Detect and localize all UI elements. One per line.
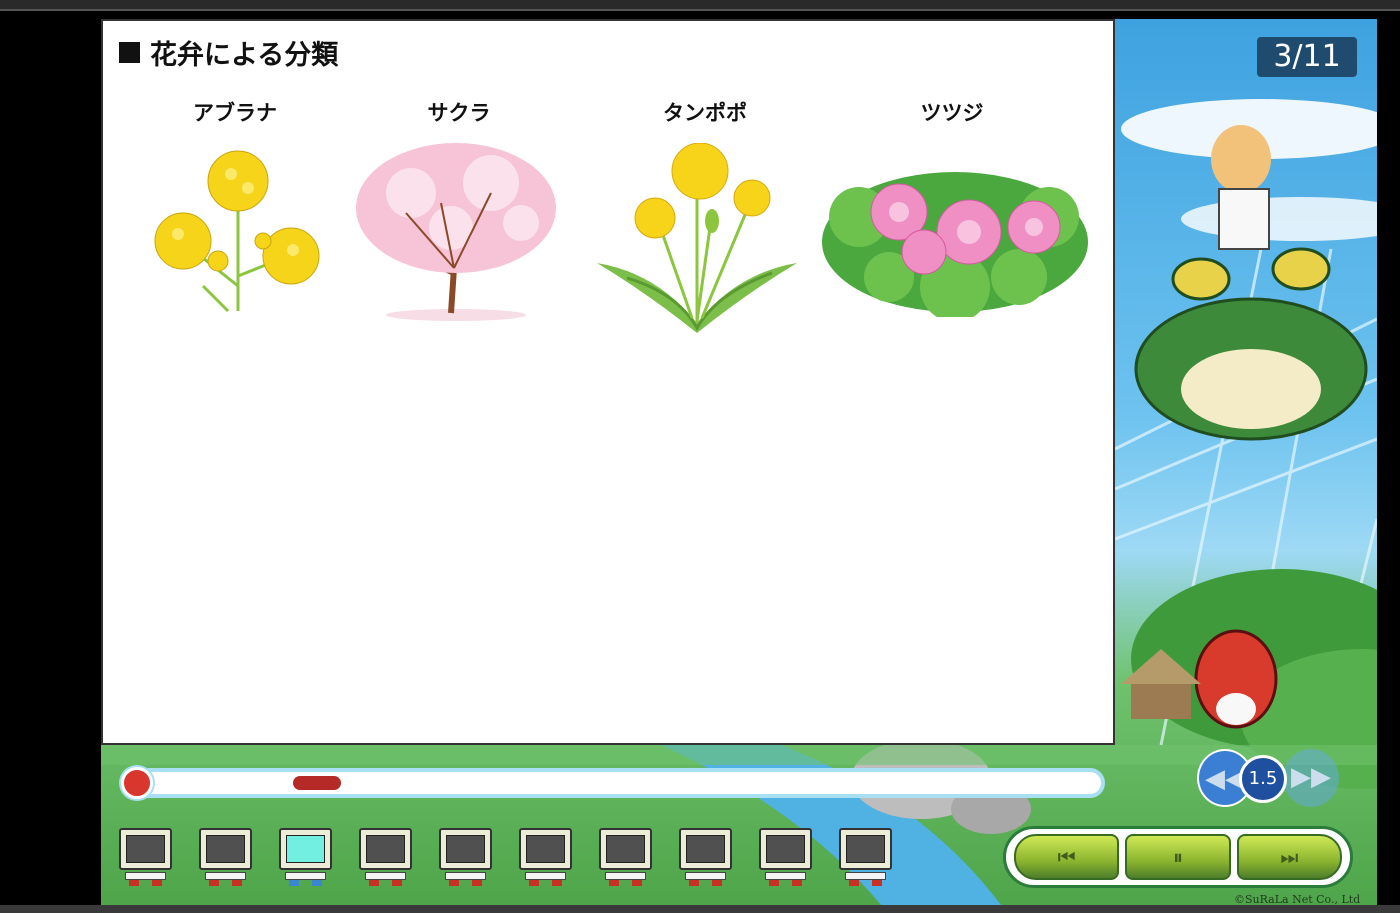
monitor-icon xyxy=(359,828,412,870)
monitor-icon xyxy=(439,828,492,870)
pause-icon: ⏸ xyxy=(1172,845,1183,869)
chapter-button[interactable] xyxy=(117,828,174,886)
flower-label-sakura: サクラ xyxy=(427,101,491,125)
slide-title-text: 花弁による分類 xyxy=(150,40,339,71)
chapter-button[interactable] xyxy=(437,828,494,886)
bottom-bar xyxy=(0,905,1400,913)
sakura-image xyxy=(356,143,556,321)
monitor-icon xyxy=(759,828,812,870)
right-edge xyxy=(1377,11,1400,905)
chapter-button[interactable] xyxy=(837,828,894,886)
copyright-text: ©SuRaLa Net Co., Ltd xyxy=(1234,893,1361,905)
speed-control: ◀◀ ▶▶ 1.5 xyxy=(1197,749,1339,809)
progress-bar[interactable] xyxy=(123,768,1105,798)
chapter-button[interactable] xyxy=(277,828,334,886)
pause-button[interactable]: ⏸ xyxy=(1125,834,1231,880)
square-bullet-icon xyxy=(119,42,140,63)
tanpopo-image xyxy=(597,143,797,333)
flower-label-aburana: アブラナ xyxy=(193,101,277,125)
flower-label-tsutsuji: ツツジ xyxy=(920,101,984,125)
chapter-button[interactable] xyxy=(357,828,414,886)
chapter-button[interactable] xyxy=(757,828,814,886)
progress-handle[interactable] xyxy=(121,767,153,799)
aburana-image xyxy=(154,150,320,313)
lesson-player: 花弁による分類 アブラナ サクラ タンポポ ツツジ 3/11 ◀◀ ▶▶ 1.5… xyxy=(101,19,1377,905)
monitor-icon xyxy=(119,828,172,870)
top-bar xyxy=(0,0,1400,11)
speed-value[interactable]: 1.5 xyxy=(1239,755,1287,803)
monitor-icon xyxy=(679,828,732,870)
skip-forward-button[interactable]: ⏭ xyxy=(1236,834,1342,880)
player-controls: ◀◀ ▶▶ 1.5 ⏮ ⏸ ⏭ ©SuRaLa Net Co., Ltd xyxy=(101,745,1377,905)
chapter-button[interactable] xyxy=(677,828,734,886)
fast-forward-icon[interactable]: ▶▶ xyxy=(1283,749,1339,807)
slide-title: 花弁による分類 xyxy=(119,33,338,72)
lesson-slide: 花弁による分類 アブラナ サクラ タンポポ ツツジ xyxy=(101,19,1115,745)
skip-back-button[interactable]: ⏮ xyxy=(1014,834,1120,880)
playback-controls: ⏮ ⏸ ⏭ xyxy=(1003,826,1353,888)
flower-label-tanpopo: タンポポ xyxy=(663,101,747,125)
monitor-icon xyxy=(199,828,252,870)
skip-forward-icon: ⏭ xyxy=(1280,845,1299,869)
chapter-button[interactable] xyxy=(597,828,654,886)
monitor-icon xyxy=(839,828,892,870)
monitor-icon xyxy=(519,828,572,870)
page-counter: 3/11 xyxy=(1257,37,1357,77)
chapter-list xyxy=(117,828,894,886)
skip-back-icon: ⏮ xyxy=(1057,845,1076,869)
chapter-button[interactable] xyxy=(517,828,574,886)
monitor-icon xyxy=(599,828,652,870)
tsutsuji-image xyxy=(822,172,1088,317)
chapter-button[interactable] xyxy=(197,828,254,886)
progress-buffered xyxy=(292,776,342,790)
monitor-icon xyxy=(279,828,332,870)
